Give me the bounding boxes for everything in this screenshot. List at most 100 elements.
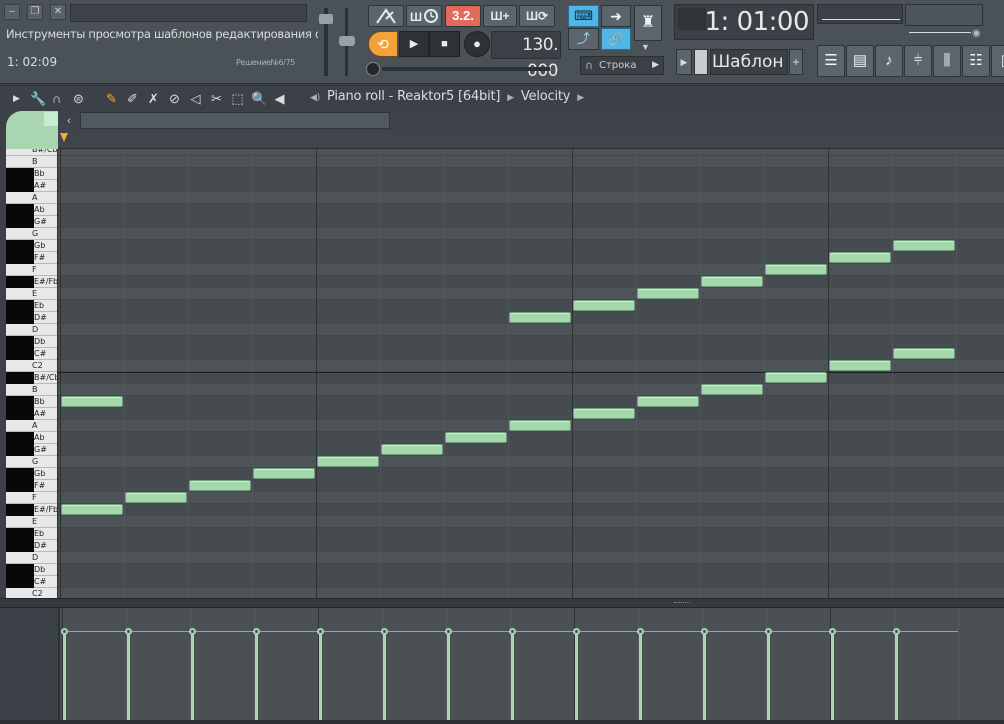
velocity-bar[interactable] <box>255 631 258 720</box>
black-key[interactable]: D# <box>6 312 57 324</box>
wait-for-input-button[interactable]: Ш <box>406 5 442 27</box>
note[interactable] <box>573 408 635 419</box>
slice-tool-icon[interactable]: ✂ <box>209 91 224 106</box>
typing-keyboard-button[interactable]: ⌨ <box>568 5 599 27</box>
snap-select[interactable]: ∩ Строка ▶ <box>580 56 664 75</box>
mixer-button[interactable]: ⫩ <box>904 45 932 77</box>
white-key[interactable]: B#/Cb <box>6 149 57 156</box>
velocity-bar[interactable] <box>895 631 898 720</box>
note-grid[interactable] <box>58 149 1004 598</box>
black-key[interactable]: E#/Fb <box>6 276 57 288</box>
white-key[interactable]: F <box>6 264 57 276</box>
close-icon[interactable]: ✕ <box>50 4 66 20</box>
breadcrumb-plugin[interactable]: Reaktor5 [64bit] <box>397 89 500 104</box>
velocity-handle[interactable] <box>317 628 324 635</box>
select-tool-icon[interactable]: ⬚ <box>230 91 245 106</box>
black-key[interactable]: F# <box>6 480 57 492</box>
velocity-handle[interactable] <box>893 628 900 635</box>
editor-splitter[interactable] <box>0 598 1004 608</box>
white-key[interactable]: A <box>6 420 57 432</box>
scroll-thumb[interactable] <box>80 112 390 129</box>
velocity-handle[interactable] <box>829 628 836 635</box>
velocity-bar[interactable] <box>639 631 642 720</box>
velocity-bar[interactable] <box>383 631 386 720</box>
black-key[interactable]: F# <box>6 252 57 264</box>
blend-notes-button[interactable]: ⤴ <box>568 28 599 50</box>
black-key[interactable]: Db <box>6 564 57 576</box>
master-pitch-slider[interactable] <box>339 36 355 46</box>
pencil-icon[interactable]: ✎ <box>104 91 119 106</box>
playhead-marker[interactable] <box>60 133 68 142</box>
white-key[interactable]: G <box>6 456 57 468</box>
velocity-bar[interactable] <box>767 631 770 720</box>
position-track[interactable] <box>382 67 550 71</box>
note[interactable] <box>701 276 763 287</box>
white-key[interactable]: G <box>6 228 57 240</box>
velocity-handle[interactable] <box>381 628 388 635</box>
velocity-handle[interactable] <box>125 628 132 635</box>
audio-settings-button[interactable]: ♜ <box>634 5 662 41</box>
splitter-grip[interactable] <box>674 602 690 604</box>
mute-tool-icon[interactable]: ⊘ <box>167 91 182 106</box>
velocity-bar[interactable] <box>831 631 834 720</box>
white-key[interactable]: C2 <box>6 360 57 372</box>
note[interactable] <box>701 384 763 395</box>
magnet-icon[interactable]: ∩ <box>49 91 64 106</box>
white-key[interactable]: F <box>6 492 57 504</box>
piano-roll-button[interactable]: ♪ <box>875 45 903 77</box>
snap-button[interactable]: ➜ <box>601 5 631 27</box>
note[interactable] <box>61 504 123 515</box>
pattern-song-toggle[interactable]: ⟲ <box>368 31 398 57</box>
velocity-bar[interactable] <box>319 631 322 720</box>
eye-icon[interactable]: ◉ <box>972 28 981 39</box>
velocity-handle[interactable] <box>765 628 772 635</box>
speaker-icon[interactable]: ◀) <box>310 93 320 103</box>
black-key[interactable]: Gb <box>6 240 57 252</box>
countdown-button[interactable]: 3.2. <box>445 5 481 27</box>
wrench-icon[interactable]: 🔧 <box>30 91 46 106</box>
white-key[interactable]: E <box>6 516 57 528</box>
velocity-bar[interactable] <box>127 631 130 720</box>
white-key[interactable]: D <box>6 552 57 564</box>
playback-tool-icon[interactable]: ◀ <box>272 91 287 106</box>
note[interactable] <box>765 372 827 383</box>
scroll-left-icon[interactable]: ‹ <box>62 112 76 130</box>
white-key[interactable]: C2 <box>6 588 57 598</box>
black-key[interactable]: Db <box>6 336 57 348</box>
black-key[interactable]: Gb <box>6 468 57 480</box>
black-key[interactable]: Ab <box>6 204 57 216</box>
black-key[interactable]: Ab <box>6 432 57 444</box>
pattern-selector[interactable]: Шаблон 1 <box>710 49 788 75</box>
black-key[interactable]: A# <box>6 180 57 192</box>
add-pattern-button[interactable]: + <box>789 49 803 75</box>
velocity-bar[interactable] <box>575 631 578 720</box>
black-key[interactable]: Bb <box>6 168 57 180</box>
time-ruler[interactable] <box>58 131 1004 149</box>
master-volume-slider[interactable] <box>319 14 333 24</box>
velocity-handle[interactable] <box>637 628 644 635</box>
playlist-button[interactable]: ☰ <box>817 45 845 77</box>
menu-circle-icon[interactable]: ⊜ <box>71 91 86 106</box>
velocity-bar[interactable] <box>703 631 706 720</box>
file-button[interactable]: ▯ <box>991 45 1004 77</box>
white-key[interactable]: B <box>6 384 57 396</box>
note[interactable] <box>829 360 891 371</box>
note[interactable] <box>829 252 891 263</box>
options-arrow-icon[interactable]: ▶ <box>9 91 24 106</box>
black-key[interactable]: Eb <box>6 300 57 312</box>
zoom-tool-icon[interactable]: 🔍 <box>251 91 267 106</box>
pattern-color-swatch[interactable] <box>694 49 708 75</box>
note[interactable] <box>509 420 571 431</box>
note[interactable] <box>189 480 251 491</box>
velocity-handle[interactable] <box>189 628 196 635</box>
black-key[interactable]: C# <box>6 576 57 588</box>
channel-settings-button[interactable]: ⫼ <box>933 45 961 77</box>
white-key[interactable]: B <box>6 156 57 168</box>
note[interactable] <box>893 348 955 359</box>
delete-tool-icon[interactable]: ✗ <box>146 91 161 106</box>
restore-icon[interactable]: ❐ <box>27 4 43 20</box>
main-pitch-knob[interactable] <box>366 62 380 76</box>
note[interactable] <box>253 468 315 479</box>
menu-bar[interactable] <box>70 4 307 22</box>
note[interactable] <box>509 312 571 323</box>
